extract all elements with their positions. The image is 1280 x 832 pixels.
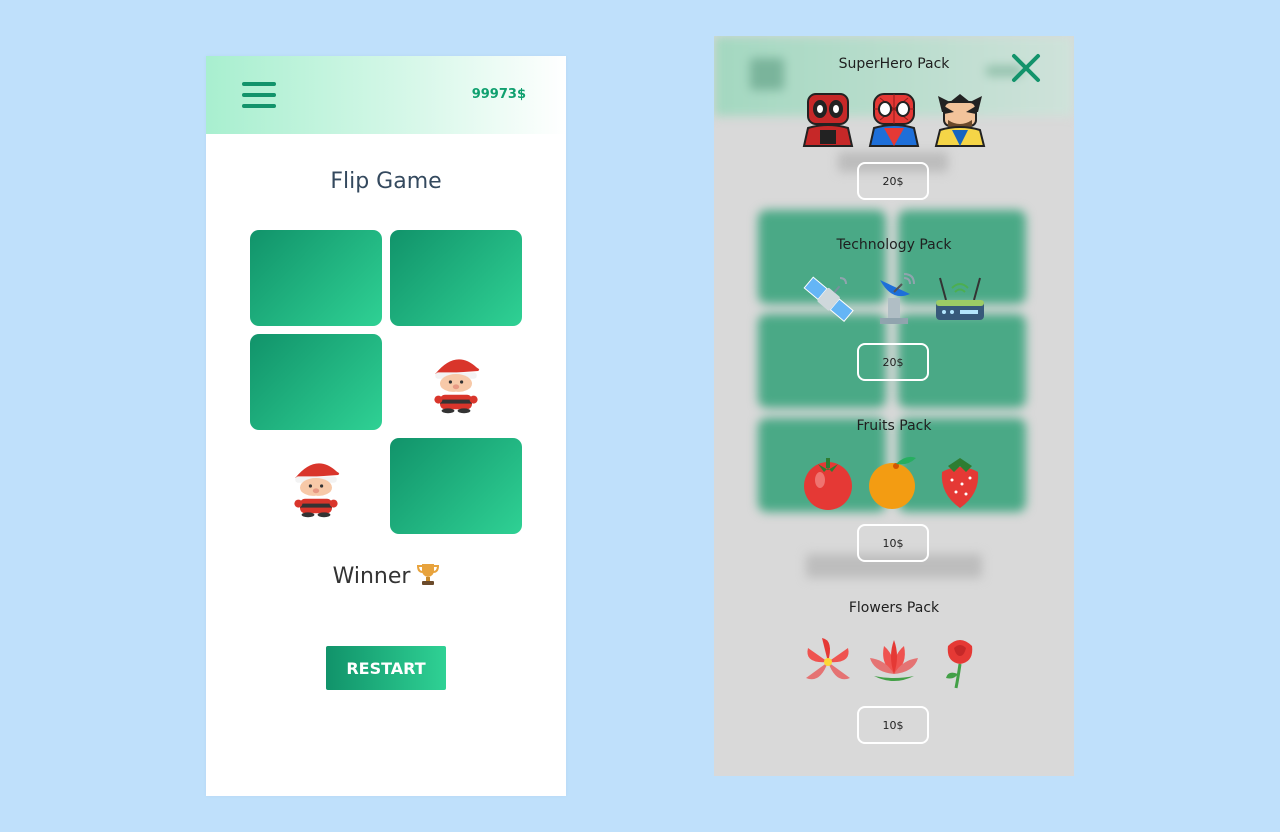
flip-game-screen: 99973$ Flip Game Winner RESTART bbox=[206, 56, 566, 796]
card-face-up[interactable] bbox=[250, 438, 382, 534]
page-title: Flip Game bbox=[330, 169, 442, 194]
router-icon bbox=[936, 277, 984, 320]
card-face-down[interactable] bbox=[390, 230, 522, 326]
santa-icon bbox=[284, 448, 348, 524]
buy-pack-button[interactable]: 10$ bbox=[857, 706, 929, 744]
pack-icons bbox=[794, 454, 994, 510]
satellite-dish-icon bbox=[880, 273, 915, 324]
pack-icons bbox=[794, 272, 994, 328]
satellite-icon bbox=[803, 276, 854, 323]
pack-icons bbox=[794, 634, 994, 690]
card-face-down[interactable] bbox=[390, 438, 522, 534]
winner-message: Winner bbox=[206, 562, 566, 589]
pack-title: Technology Pack bbox=[836, 237, 952, 253]
card-face-up[interactable] bbox=[390, 334, 522, 430]
pack-title: Fruits Pack bbox=[856, 418, 932, 434]
app-header: 99973$ bbox=[206, 56, 566, 134]
card-face-down[interactable] bbox=[250, 334, 382, 430]
pack-icons bbox=[794, 92, 994, 148]
shop-overlay-screen: SuperHero Pack 20$ Technology Pack 20$ F… bbox=[714, 36, 1074, 776]
deadpool-icon bbox=[802, 93, 854, 147]
buy-pack-button[interactable]: 10$ bbox=[857, 524, 929, 562]
santa-icon bbox=[424, 344, 488, 420]
buy-pack-button[interactable]: 20$ bbox=[857, 162, 929, 200]
lotus-icon bbox=[870, 640, 918, 681]
trophy-icon bbox=[417, 564, 440, 585]
strawberry-icon bbox=[941, 458, 979, 508]
menu-icon[interactable] bbox=[240, 80, 278, 110]
orange-icon bbox=[869, 456, 916, 509]
lily-icon bbox=[806, 638, 850, 680]
wolverine-icon bbox=[934, 94, 986, 147]
pack-title: SuperHero Pack bbox=[838, 56, 950, 72]
restart-button[interactable]: RESTART bbox=[326, 646, 446, 690]
card-face-down[interactable] bbox=[250, 230, 382, 326]
coin-balance: 99973$ bbox=[471, 87, 526, 102]
pack-title: Flowers Pack bbox=[848, 600, 940, 616]
winner-text: Winner bbox=[332, 564, 411, 589]
tomato-icon bbox=[804, 458, 852, 510]
buy-pack-button[interactable]: 20$ bbox=[857, 343, 929, 381]
spiderman-icon bbox=[868, 93, 920, 147]
rose-icon bbox=[946, 640, 973, 689]
